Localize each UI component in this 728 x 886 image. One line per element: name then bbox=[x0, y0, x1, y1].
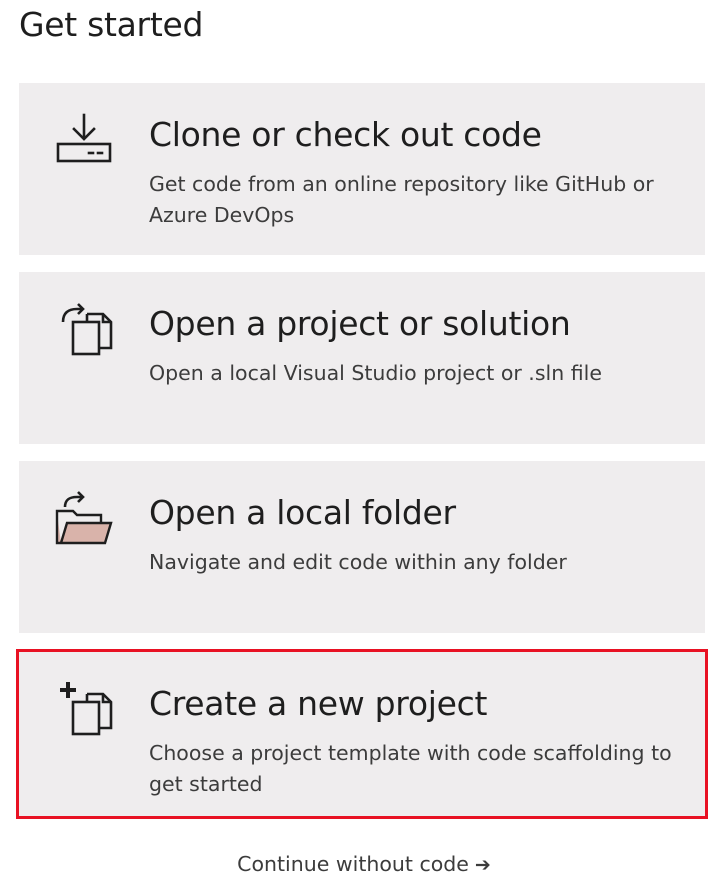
continue-label: Continue without code bbox=[237, 852, 469, 876]
open-folder-icon bbox=[53, 489, 115, 551]
card-description: Choose a project template with code scaf… bbox=[149, 741, 672, 796]
card-description: Navigate and edit code within any folder bbox=[149, 550, 567, 574]
continue-without-code-link[interactable]: Continue without code ➔ bbox=[0, 848, 728, 881]
clone-checkout-card[interactable]: Clone or check out code Get code from an… bbox=[19, 83, 705, 255]
card-title: Clone or check out code bbox=[149, 115, 542, 154]
card-title: Open a project or solution bbox=[149, 304, 571, 343]
card-title: Open a local folder bbox=[149, 493, 456, 532]
open-project-card[interactable]: Open a project or solution Open a local … bbox=[19, 272, 705, 444]
create-new-project-card[interactable]: Create a new project Choose a project te… bbox=[16, 649, 708, 819]
page-title: Get started bbox=[19, 5, 204, 44]
open-folder-card[interactable]: Open a local folder Navigate and edit co… bbox=[19, 461, 705, 633]
new-project-icon bbox=[53, 680, 115, 742]
card-description: Get code from an online repository like … bbox=[149, 172, 654, 227]
arrow-right-icon: ➔ bbox=[474, 854, 491, 876]
clone-download-icon bbox=[53, 111, 115, 173]
card-title: Create a new project bbox=[149, 684, 488, 723]
open-project-icon bbox=[53, 300, 115, 362]
card-description: Open a local Visual Studio project or .s… bbox=[149, 361, 602, 385]
